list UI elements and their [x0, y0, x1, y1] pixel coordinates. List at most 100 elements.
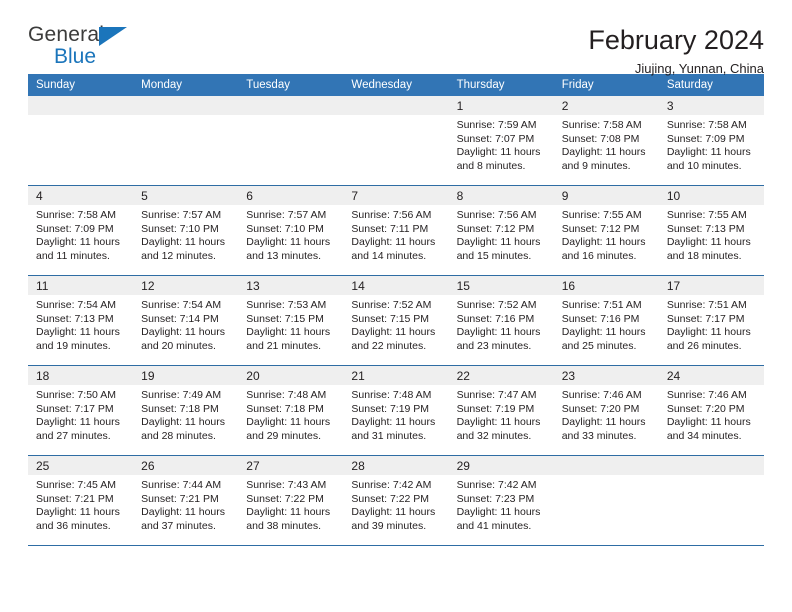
calendar-day-cell[interactable]: 29 Sunrise: 7:42 AM Sunset: 7:23 PM Dayligh… [448, 455, 554, 546]
day-number: 14 [343, 276, 449, 295]
day-number: 28 [343, 456, 449, 475]
sunset-text: Sunset: 7:17 PM [666, 312, 745, 325]
day-cell-inner: 12 Sunrise: 7:54 AM Sunset: 7:14 PM Dayligh… [133, 276, 239, 365]
calendar-day-cell[interactable]: 18 Sunrise: 7:50 AM Sunset: 7:17 PM Dayligh… [28, 365, 134, 456]
calendar-day-cell[interactable]: 7 Sunrise: 7:56 AM Sunset: 7:11 PM Daylight… [343, 185, 449, 276]
calendar-day-cell[interactable]: 13 Sunrise: 7:53 AM Sunset: 7:15 PM Dayligh… [238, 275, 344, 366]
sunrise-text: Sunrise: 7:46 AM [561, 389, 642, 401]
calendar-day-cell[interactable]: 24 Sunrise: 7:46 AM Sunset: 7:20 PM Dayligh… [658, 365, 764, 456]
calendar-day-cell[interactable]: 11 Sunrise: 7:54 AM Sunset: 7:13 PM Dayligh… [28, 275, 134, 366]
sun-info: Sunrise: 7:58 AM Sunset: 7:08 PM Daylight:… [554, 115, 659, 173]
day-cell-inner: 6 Sunrise: 7:57 AM Sunset: 7:10 PM Daylight… [238, 186, 344, 275]
day-cell-inner: 24 Sunrise: 7:46 AM Sunset: 7:20 PM Dayligh… [658, 366, 764, 455]
page-title: February 2024 [588, 25, 764, 55]
weekday-header-tuesday: Tuesday [238, 74, 344, 96]
sun-info: Sunrise: 7:59 AM Sunset: 7:07 PM Daylight:… [449, 115, 554, 173]
sunrise-text: Sunrise: 7:42 AM [351, 479, 432, 491]
sun-info: Sunrise: 7:46 AM Sunset: 7:20 PM Daylight:… [554, 385, 659, 443]
daylight-text: Daylight: 11 hours and 18 minutes. [666, 236, 751, 262]
calendar-day-cell[interactable]: 2 Sunrise: 7:58 AM Sunset: 7:08 PM Daylight… [553, 96, 659, 186]
calendar-day-cell[interactable]: 16 Sunrise: 7:51 AM Sunset: 7:16 PM Dayligh… [553, 275, 659, 366]
day-cell-inner: 14 Sunrise: 7:52 AM Sunset: 7:15 PM Dayligh… [343, 276, 449, 365]
calendar-day-cell[interactable]: 27 Sunrise: 7:43 AM Sunset: 7:22 PM Dayligh… [238, 455, 344, 546]
sun-info: Sunrise: 7:51 AM Sunset: 7:16 PM Daylight:… [554, 295, 659, 353]
sunrise-text: Sunrise: 7:48 AM [246, 389, 327, 401]
calendar-day-cell[interactable]: 26 Sunrise: 7:44 AM Sunset: 7:21 PM Dayligh… [133, 455, 239, 546]
sunrise-text: Sunrise: 7:47 AM [456, 389, 537, 401]
calendar-day-cell[interactable]: 21 Sunrise: 7:48 AM Sunset: 7:19 PM Dayligh… [343, 365, 449, 456]
day-cell-inner [133, 96, 239, 185]
calendar-day-cell[interactable]: 19 Sunrise: 7:49 AM Sunset: 7:18 PM Dayligh… [133, 365, 239, 456]
sunset-text: Sunset: 7:21 PM [141, 492, 219, 505]
sunrise-text: Sunrise: 7:54 AM [141, 299, 222, 311]
sunset-text: Sunset: 7:09 PM [36, 222, 114, 235]
calendar-day-cell[interactable]: 12 Sunrise: 7:54 AM Sunset: 7:14 PM Dayligh… [133, 275, 239, 366]
calendar-day-cell[interactable]: 1 Sunrise: 7:59 AM Sunset: 7:07 PM Daylight… [448, 96, 554, 186]
sun-info: Sunrise: 7:58 AM Sunset: 7:09 PM Daylight:… [28, 205, 133, 263]
calendar-page: General Blue February 2024 Jiujing, Yunn… [0, 0, 792, 612]
sunrise-text: Sunrise: 7:58 AM [666, 119, 747, 131]
logo-text-blue: Blue [54, 45, 97, 68]
day-number: 18 [28, 366, 134, 385]
sunrise-text: Sunrise: 7:45 AM [36, 479, 116, 491]
calendar-day-cell[interactable]: 22 Sunrise: 7:47 AM Sunset: 7:19 PM Dayligh… [448, 365, 554, 456]
calendar-header-row: Sunday Monday Tuesday Wednesday Thursday Frid… [28, 74, 764, 96]
sunset-text: Sunset: 7:22 PM [246, 492, 324, 505]
day-cell-inner: 15 Sunrise: 7:52 AM Sunset: 7:16 PM Dayligh… [448, 276, 554, 365]
calendar-day-cell[interactable]: 9 Sunrise: 7:55 AM Sunset: 7:12 PM Daylight… [553, 185, 659, 276]
sunset-text: Sunset: 7:12 PM [561, 222, 640, 235]
day-number: 13 [238, 276, 344, 295]
calendar-day-cell[interactable]: 28 Sunrise: 7:42 AM Sunset: 7:22 PM Dayligh… [343, 455, 449, 546]
calendar-day-cell[interactable]: 8 Sunrise: 7:56 AM Sunset: 7:12 PM Daylight… [448, 185, 554, 276]
daylight-text: Daylight: 11 hours and 27 minutes. [36, 416, 120, 442]
weekday-header-thursday: Thursday [448, 74, 554, 96]
sun-info: Sunrise: 7:50 AM Sunset: 7:17 PM Daylight:… [28, 385, 133, 443]
calendar-day-cell[interactable]: 3 Sunrise: 7:58 AM Sunset: 7:09 PM Daylight… [658, 96, 764, 186]
sunset-text: Sunset: 7:10 PM [246, 222, 324, 235]
calendar-day-cell[interactable]: 5 Sunrise: 7:57 AM Sunset: 7:10 PM Daylight… [133, 185, 239, 276]
sun-info: Sunrise: 7:47 AM Sunset: 7:19 PM Daylight:… [449, 385, 554, 443]
calendar-day-cell[interactable]: 17 Sunrise: 7:51 AM Sunset: 7:17 PM Dayligh… [658, 275, 764, 366]
calendar-day-cell[interactable]: 4 Sunrise: 7:58 AM Sunset: 7:09 PM Daylight… [28, 185, 134, 276]
calendar-day-cell[interactable]: 10 Sunrise: 7:55 AM Sunset: 7:13 PM Dayligh… [658, 185, 764, 276]
sunrise-text: Sunrise: 7:58 AM [561, 119, 642, 131]
calendar-day-cell[interactable]: 20 Sunrise: 7:48 AM Sunset: 7:18 PM Dayligh… [238, 365, 344, 456]
day-number: 12 [133, 276, 239, 295]
day-cell-inner: 13 Sunrise: 7:53 AM Sunset: 7:15 PM Dayligh… [238, 276, 344, 365]
sun-info: Sunrise: 7:54 AM Sunset: 7:14 PM Daylight:… [133, 295, 238, 353]
sun-info: Sunrise: 7:48 AM Sunset: 7:18 PM Daylight:… [238, 385, 343, 443]
logo-triangle-icon [99, 27, 127, 46]
sunset-text: Sunset: 7:21 PM [36, 492, 114, 505]
sunset-text: Sunset: 7:09 PM [666, 132, 745, 145]
calendar-day-cell[interactable]: 23 Sunrise: 7:46 AM Sunset: 7:20 PM Dayligh… [553, 365, 659, 456]
day-number [343, 96, 449, 115]
day-cell-inner: 17 Sunrise: 7:51 AM Sunset: 7:17 PM Dayligh… [658, 276, 764, 365]
calendar-week-row: 18 Sunrise: 7:50 AM Sunset: 7:17 PM Dayligh… [28, 365, 764, 456]
calendar-day-cell[interactable]: 6 Sunrise: 7:57 AM Sunset: 7:10 PM Daylight… [238, 185, 344, 276]
sunrise-text: Sunrise: 7:43 AM [246, 479, 327, 491]
day-cell-inner [658, 456, 764, 545]
daylight-text: Daylight: 11 hours and 8 minutes. [456, 146, 541, 172]
calendar-day-cell[interactable]: 14 Sunrise: 7:52 AM Sunset: 7:15 PM Dayligh… [343, 275, 449, 366]
sunrise-text: Sunrise: 7:44 AM [141, 479, 222, 491]
day-cell-inner [553, 456, 659, 545]
sun-info: Sunrise: 7:57 AM Sunset: 7:10 PM Daylight:… [133, 205, 238, 263]
day-number: 7 [343, 186, 449, 205]
day-cell-inner [238, 96, 344, 185]
daylight-text: Daylight: 11 hours and 21 minutes. [246, 326, 331, 352]
day-number: 2 [553, 96, 659, 115]
calendar-day-cell[interactable]: 25 Sunrise: 7:45 AM Sunset: 7:21 PM Dayligh… [28, 455, 134, 546]
sun-info: Sunrise: 7:48 AM Sunset: 7:19 PM Daylight:… [343, 385, 448, 443]
calendar-day-cell[interactable]: 15 Sunrise: 7:52 AM Sunset: 7:16 PM Dayligh… [448, 275, 554, 366]
sunset-text: Sunset: 7:10 PM [141, 222, 219, 235]
day-cell-inner: 4 Sunrise: 7:58 AM Sunset: 7:09 PM Daylight… [28, 186, 134, 275]
sunset-text: Sunset: 7:15 PM [246, 312, 324, 325]
general-blue-logo[interactable]: General Blue [28, 24, 148, 72]
weekday-header-sunday: Sunday [28, 74, 134, 96]
sun-info: Sunrise: 7:58 AM Sunset: 7:09 PM Daylight:… [659, 115, 764, 173]
sunset-text: Sunset: 7:20 PM [561, 402, 640, 415]
day-cell-inner: 27 Sunrise: 7:43 AM Sunset: 7:22 PM Dayligh… [238, 456, 344, 545]
day-number: 3 [658, 96, 764, 115]
sunset-text: Sunset: 7:18 PM [141, 402, 219, 415]
day-number: 1 [448, 96, 554, 115]
